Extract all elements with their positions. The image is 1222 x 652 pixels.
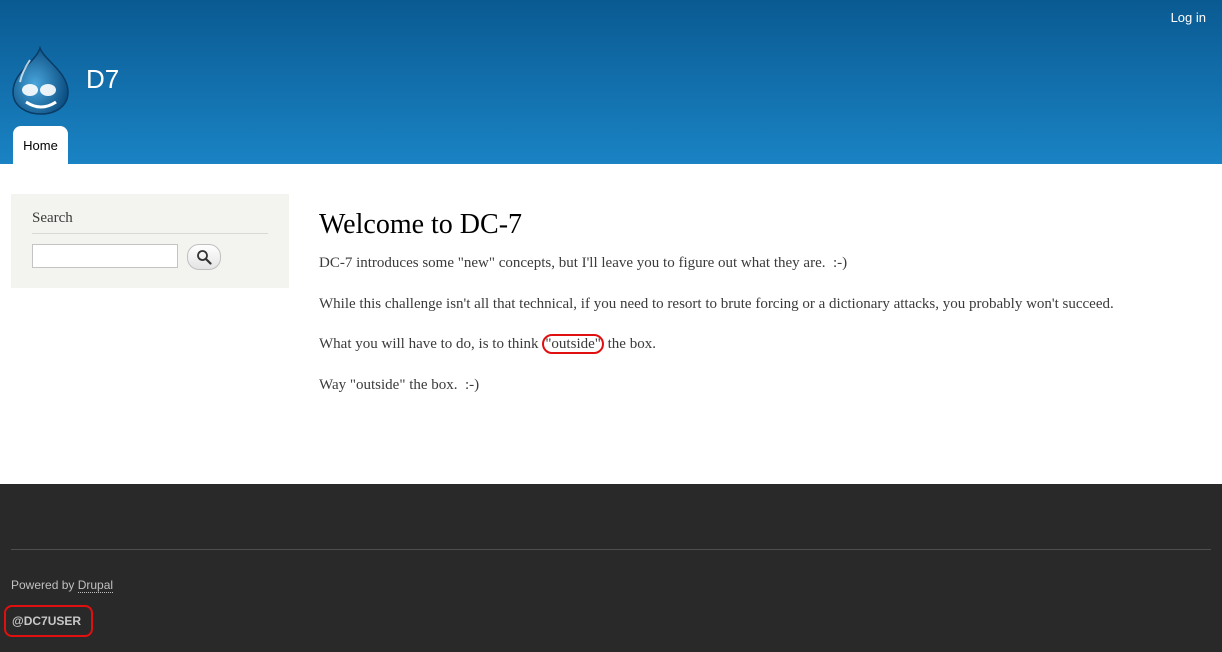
tab-home[interactable]: Home [13,126,68,164]
powered-prefix: Powered by [11,578,78,592]
login-link[interactable]: Log in [1171,10,1206,25]
search-block-title: Search [32,210,268,234]
paragraph-3-before: What you will have to do, is to think [319,336,543,352]
site-header: Log in D7 Home [0,0,1222,164]
magnifier-icon [197,250,212,265]
user-tag: @DC7USER [4,605,93,637]
powered-by: Powered by Drupal [11,578,114,593]
paragraph-1: DC-7 introduces some "new" concepts, but… [319,255,848,271]
search-input[interactable] [32,244,178,268]
paragraph-3-after: the box. [603,336,656,352]
main-content: Welcome to DC-7 DC-7 introduces some "ne… [319,206,1199,393]
paragraph-2: While this challenge isn't all that tech… [319,296,1114,312]
outside-highlight: "outside" [542,334,604,354]
sidebar-search-block: Search [11,194,289,288]
site-footer: Powered by Drupal @DC7USER [0,484,1222,652]
page-title: Welcome to DC-7 [319,209,523,240]
drupal-drop-icon[interactable] [10,45,72,116]
paragraph-3: What you will have to do, is to think "o… [319,334,656,354]
search-button[interactable] [187,244,221,270]
drupal-link[interactable]: Drupal [77,578,114,593]
footer-divider [11,549,1211,550]
site-name[interactable]: D7 [86,64,119,95]
paragraph-4: Way "outside" the box. :-) [319,377,480,393]
